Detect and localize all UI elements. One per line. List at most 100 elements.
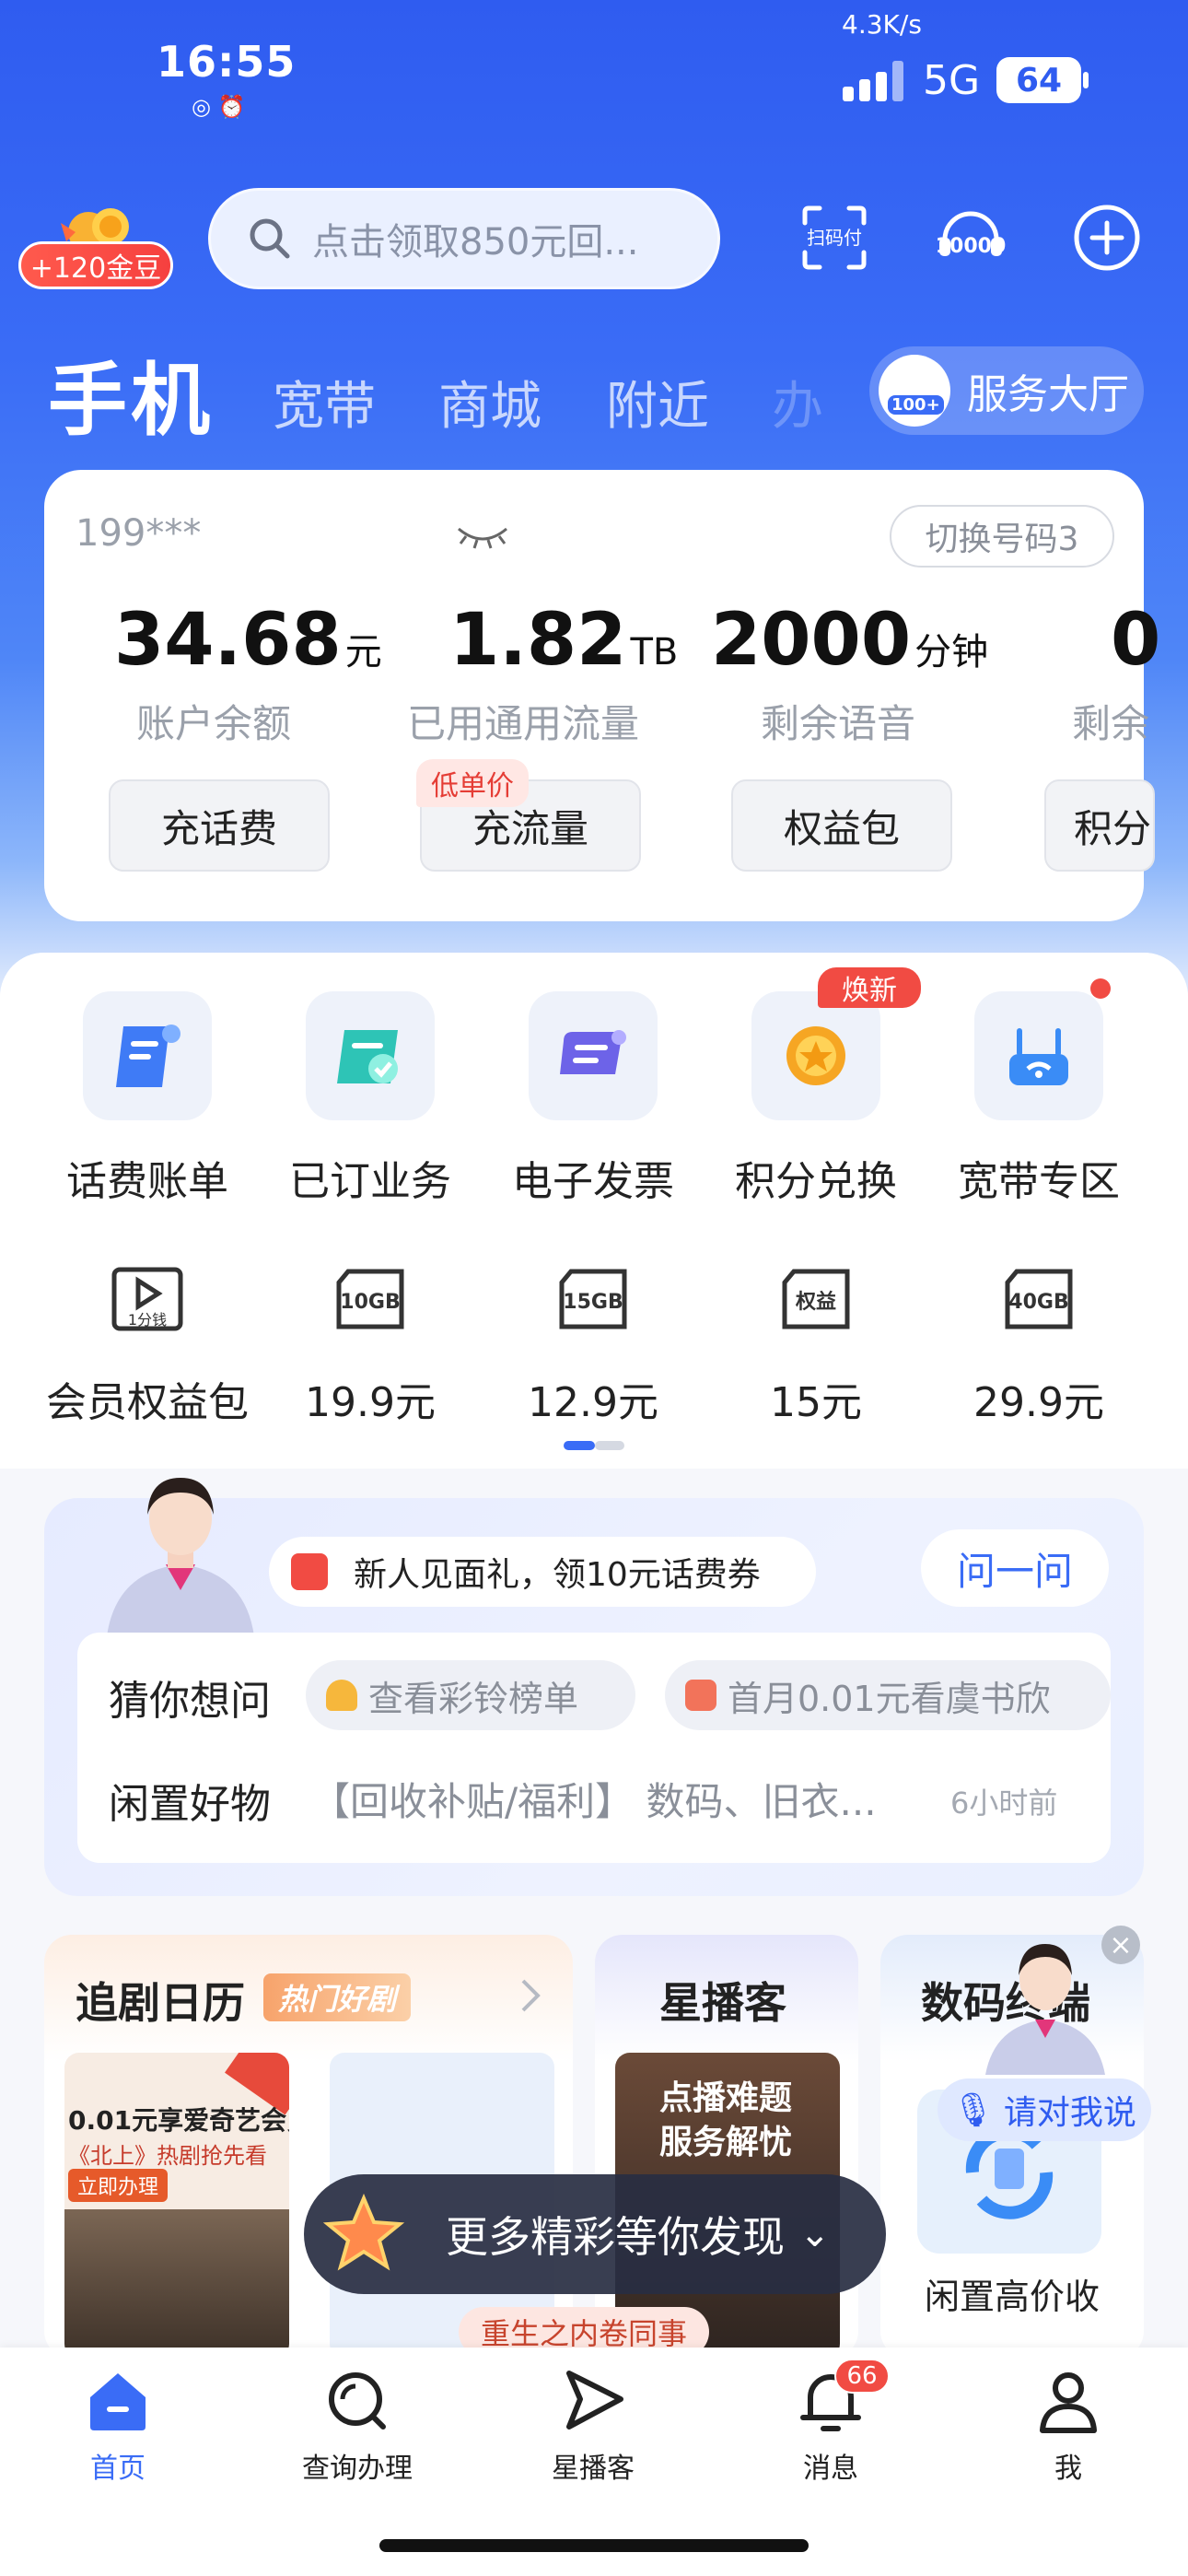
discover-text: 更多精彩等你发现 xyxy=(446,2212,785,2262)
points-button[interactable]: 积分 xyxy=(1044,779,1155,872)
stat-voice-value[interactable]: 2000 分钟 xyxy=(711,599,988,682)
package-member[interactable]: 会员权益包 xyxy=(37,1369,258,1428)
network-speed: 4.3K/s xyxy=(842,9,922,40)
data-10gb-icon[interactable]: 10GB xyxy=(333,1266,407,1332)
discover-more-banner[interactable]: 更多精彩等你发现 ⌄ xyxy=(304,2174,886,2294)
pager-dot xyxy=(595,1441,624,1450)
network-type: 5G xyxy=(923,57,981,104)
live-podcast-title: 星播客 xyxy=(659,1978,786,2028)
service-hall-label: 服务大厅 xyxy=(967,371,1129,418)
chevron-right-icon[interactable] xyxy=(519,1977,542,2014)
quick-action-invoice[interactable]: 电子发票 xyxy=(483,1148,704,1207)
assistant-avatar[interactable] xyxy=(88,1461,273,1636)
voice-input-button[interactable]: 🎙 请对我说 xyxy=(938,2078,1151,2141)
tab-handle[interactable]: 办 xyxy=(772,365,823,439)
chip-video[interactable]: 首月0.01元看虞书欣 xyxy=(665,1660,1111,1730)
stat-balance-value[interactable]: 34.68 元 xyxy=(114,599,382,682)
stat-data-value[interactable]: 1.82 TB xyxy=(449,599,678,682)
stat-extra-value[interactable]: 0 xyxy=(1111,599,1160,682)
tab-nearby[interactable]: 附近 xyxy=(606,365,709,439)
svg-text:40GB: 40GB xyxy=(1008,1291,1068,1314)
tab-broadband[interactable]: 宽带 xyxy=(273,365,376,439)
package-15gb[interactable]: 12.9元 xyxy=(483,1369,704,1428)
signal-icon xyxy=(843,61,907,101)
nav-messages[interactable]: 消息 xyxy=(748,2366,914,2486)
quick-action-bill[interactable]: 话费账单 xyxy=(37,1148,258,1207)
package-10gb[interactable]: 19.9元 xyxy=(260,1369,481,1428)
battery-indicator: 64 xyxy=(996,57,1081,103)
search-placeholder: 点击领取850元回... xyxy=(312,221,639,263)
query-icon xyxy=(329,2372,386,2430)
svg-text:权益: 权益 xyxy=(795,1290,836,1314)
nav-profile[interactable]: 我 xyxy=(985,2366,1151,2486)
svg-text:15GB: 15GB xyxy=(563,1291,623,1314)
svg-text:扫码付: 扫码付 xyxy=(807,227,862,249)
scan-pay-icon[interactable]: 扫码付 xyxy=(799,203,869,273)
low-price-badge: 低单价 xyxy=(416,759,529,807)
package-benefit[interactable]: 15元 xyxy=(705,1369,926,1428)
coin-badge[interactable]: +120金豆 xyxy=(18,241,173,289)
search-bar[interactable]: 点击领取850元回... xyxy=(208,188,720,289)
invoice-icon[interactable] xyxy=(529,991,658,1120)
member-pack-icon[interactable]: 1分钱 xyxy=(111,1266,184,1332)
phone-number: 199*** xyxy=(76,512,202,555)
drama-calendar-title: 追剧日历 xyxy=(76,1978,245,2028)
home-indicator xyxy=(379,2539,809,2552)
benefit-pack-button[interactable]: 权益包 xyxy=(731,779,952,872)
assistant-avatar-small[interactable] xyxy=(976,1927,1114,2075)
drama-poster[interactable]: 0.01元享爱奇艺会员 《北上》热剧抢先看 立即办理 xyxy=(64,2053,289,2359)
quick-action-points[interactable]: 积分兑换 xyxy=(705,1148,926,1207)
quick-action-subscribed[interactable]: 已订业务 xyxy=(260,1148,481,1207)
service-10000-icon[interactable]: 10000 xyxy=(936,203,1006,273)
benefit-card-icon[interactable]: 权益 xyxy=(779,1266,853,1332)
service-hall-button[interactable]: 100+ 服务大厅 xyxy=(869,346,1144,435)
eye-closed-icon[interactable] xyxy=(455,521,510,549)
stat-extra-label: 剩余 xyxy=(1072,701,1150,746)
nav-query[interactable]: 查询办理 xyxy=(274,2366,440,2486)
subscribed-icon[interactable] xyxy=(306,991,435,1120)
idle-text[interactable]: 【回收补贴/福利】 数码、旧衣... xyxy=(311,1771,938,1827)
search-icon xyxy=(250,218,290,259)
tab-mall[interactable]: 商城 xyxy=(438,365,542,439)
status-time: 16:55 xyxy=(157,37,297,87)
hot-drama-tag: 热门好剧 xyxy=(263,1973,412,2021)
video-icon xyxy=(685,1680,716,1711)
svg-text:1分钱: 1分钱 xyxy=(128,1311,167,1329)
idle-time: 6小时前 xyxy=(950,1786,1058,1821)
recycle-label: 闲置高价收 xyxy=(925,2277,1101,2317)
red-packet-icon xyxy=(291,1553,328,1590)
message-count-badge: 66 xyxy=(834,2359,890,2394)
stat-balance-label: 账户余额 xyxy=(136,701,292,746)
bell-icon xyxy=(326,1680,357,1711)
close-icon[interactable]: × xyxy=(1101,1926,1140,1964)
profile-icon xyxy=(1040,2372,1097,2433)
package-40gb[interactable]: 29.9元 xyxy=(928,1369,1149,1428)
microphone-icon: 🎙 xyxy=(952,2091,995,2129)
add-icon[interactable] xyxy=(1072,203,1142,273)
nav-home[interactable]: 首页 xyxy=(35,2366,201,2486)
switch-number-button[interactable]: 切换号码3 xyxy=(890,505,1114,568)
svg-text:10000: 10000 xyxy=(936,235,1006,258)
service-hall-icon: 100+ xyxy=(879,355,950,427)
pager-dot-active xyxy=(564,1441,595,1450)
new-badge: 焕新 xyxy=(818,967,921,1008)
nav-podcast[interactable]: 星播客 xyxy=(510,2366,676,2486)
gift-text: 新人见面礼，领10元话费券 xyxy=(354,1556,761,1594)
data-15gb-icon[interactable]: 15GB xyxy=(556,1266,630,1332)
bill-icon[interactable] xyxy=(83,991,212,1120)
new-user-gift-banner[interactable]: 新人见面礼，领10元话费券 xyxy=(269,1537,816,1607)
notification-dot xyxy=(1090,978,1111,999)
quick-action-broadband[interactable]: 宽带专区 xyxy=(928,1148,1149,1207)
data-40gb-icon[interactable]: 40GB xyxy=(1002,1266,1076,1332)
svg-text:10GB: 10GB xyxy=(340,1291,400,1314)
ask-button[interactable]: 问一问 xyxy=(921,1529,1109,1607)
play-icon xyxy=(566,2371,623,2430)
tab-phone[interactable]: 手机 xyxy=(48,335,214,451)
star-icon xyxy=(322,2193,405,2271)
chip-ringtone[interactable]: 查看彩铃榜单 xyxy=(306,1660,635,1730)
points-icon[interactable] xyxy=(751,991,880,1120)
battery-cap xyxy=(1083,72,1089,88)
recharge-fee-button[interactable]: 充话费 xyxy=(109,779,330,872)
home-icon xyxy=(90,2373,146,2430)
broadband-icon[interactable] xyxy=(974,991,1103,1120)
